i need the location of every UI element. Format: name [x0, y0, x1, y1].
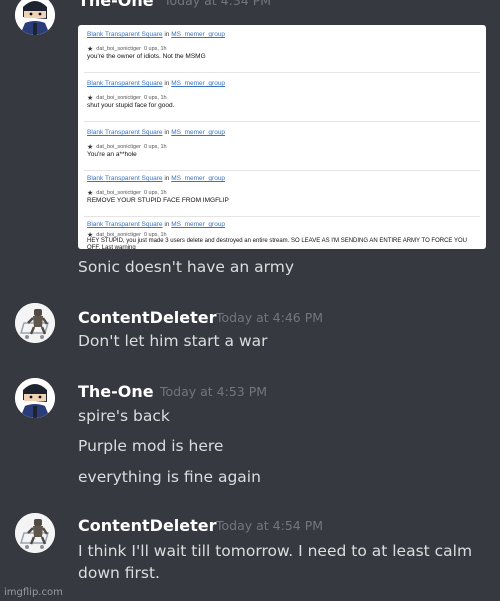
star-icon: ★ [87, 144, 94, 151]
template-link[interactable]: Blank Transparent Square [87, 31, 163, 38]
timestamp: Today at 4:54 PM [216, 518, 324, 533]
comment-meta: ★ dat_boi_sonictiger 0 ups, 1h [87, 46, 167, 53]
comment-row: Blank Transparent Square in MS_memer_gro… [84, 129, 480, 173]
message-text: Purple mod is here [78, 437, 224, 455]
comment-meta: ★ dat_boi_sonictiger 0 ups, 1h [87, 144, 167, 151]
divider [84, 72, 480, 73]
ninja-avatar-icon [15, 378, 55, 418]
comment-row: Blank Transparent Square in MS_memer_gro… [84, 175, 480, 219]
avatar-the-one[interactable] [15, 0, 55, 35]
divider [84, 121, 480, 122]
divider [84, 216, 480, 217]
comment-row: Blank Transparent Square in MS_memer_gro… [84, 221, 480, 249]
message-text: I think I'll wait till tomorrow. I need … [78, 542, 473, 582]
divider [84, 170, 480, 171]
comment-header: Blank Transparent Square in MS_memer_gro… [87, 175, 226, 182]
avatar-contentdeleter[interactable] [15, 303, 55, 343]
comment-meta: ★ dat_boi_sonictiger 0 ups, 1h [87, 190, 167, 197]
comment-header: Blank Transparent Square in MS_memer_gro… [87, 80, 226, 87]
message-text: Don't let him start a war [78, 332, 268, 350]
message-text: spire's back [78, 407, 170, 425]
embedded-screenshot[interactable]: Blank Transparent Square in MS_memer_gro… [78, 25, 486, 249]
avatar-the-one[interactable] [15, 378, 55, 418]
timestamp: Today at 4:46 PM [216, 310, 324, 325]
comment-row: Blank Transparent Square in MS_memer_gro… [84, 80, 480, 124]
robot-cart-avatar-icon [15, 513, 55, 553]
avatar-contentdeleter[interactable] [15, 513, 55, 553]
star-icon: ★ [87, 190, 94, 197]
group-link[interactable]: MS_memer_group [171, 31, 225, 38]
message-text: Sonic doesn't have an army [78, 258, 295, 276]
template-link[interactable]: Blank Transparent Square [87, 129, 163, 136]
timestamp: Today at 4:34 PM [164, 0, 272, 8]
imgflip-watermark: imgflip.com [4, 587, 63, 598]
comment-header: Blank Transparent Square in MS_memer_gro… [87, 31, 226, 38]
group-link[interactable]: MS_memer_group [171, 221, 225, 228]
comment-header: Blank Transparent Square in MS_memer_gro… [87, 221, 226, 228]
comment-row: Blank Transparent Square in MS_memer_gro… [84, 31, 480, 75]
group-link[interactable]: MS_memer_group [171, 80, 225, 87]
comment-text: HEY STUPID, you just made 3 users delete… [87, 238, 467, 249]
comment-text: shut your stupid face for good. [87, 102, 175, 109]
template-link[interactable]: Blank Transparent Square [87, 175, 163, 182]
username-the-one[interactable]: The-One [78, 0, 154, 10]
group-link[interactable]: MS_memer_group [171, 129, 225, 136]
template-link[interactable]: Blank Transparent Square [87, 80, 163, 87]
comment-text: You're an a**hole [87, 151, 137, 158]
timestamp: Today at 4:53 PM [160, 384, 268, 399]
comment-meta: ★ dat_boi_sonictiger 0 ups, 1h [87, 95, 167, 102]
template-link[interactable]: Blank Transparent Square [87, 221, 163, 228]
comment-text: you're the owner of idiots. Not the MSMG [87, 53, 206, 60]
username-the-one[interactable]: The-One [78, 382, 154, 401]
username-contentdeleter[interactable]: ContentDeleter [78, 308, 217, 327]
robot-cart-avatar-icon [15, 303, 55, 343]
ninja-avatar-icon [15, 0, 55, 35]
star-icon: ★ [87, 95, 94, 102]
group-link[interactable]: MS_memer_group [171, 175, 225, 182]
comment-header: Blank Transparent Square in MS_memer_gro… [87, 129, 226, 136]
username-contentdeleter[interactable]: ContentDeleter [78, 516, 217, 535]
message-text: everything is fine again [78, 468, 261, 486]
comment-text: REMOVE YOUR STUPID FACE FROM IMGFLIP [87, 197, 229, 204]
star-icon: ★ [87, 46, 94, 53]
